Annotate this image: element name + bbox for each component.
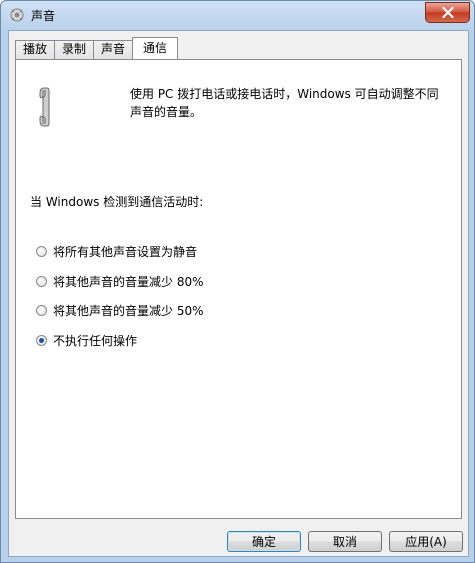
tab-sounds[interactable]: 声音 [93,40,134,59]
option-do-nothing[interactable]: 不执行任何操作 [36,332,137,349]
tab-playback[interactable]: 播放 [15,40,56,59]
option-reduce-50[interactable]: 将其他声音的音量减少 50% [36,302,204,319]
option-label: 不执行任何操作 [53,334,138,348]
description-line-2: 声音的音量。 [130,105,203,119]
tab-strip: 播放 录制 声音 通信 [15,37,179,59]
title-bar[interactable]: 声音 [1,1,474,28]
option-reduce-80[interactable]: 将其他声音的音量减少 80% [36,273,204,290]
sound-dialog-window: 声音 播放 录制 声音 通信 使用 PC 拨打电话或接电话时，Windows 可… [0,0,475,563]
telephone-handset-icon [38,86,58,128]
description-text: 使用 PC 拨打电话或接电话时，Windows 可自动调整不同 声音的音量。 [130,85,450,121]
window-title: 声音 [31,9,56,23]
communications-panel: 使用 PC 拨打电话或接电话时，Windows 可自动调整不同 声音的音量。 当… [15,59,462,519]
option-mute-all[interactable]: 将所有其他声音设置为静音 [36,243,197,260]
description-line-1: 使用 PC 拨打电话或接电话时，Windows 可自动调整不同 [130,87,439,101]
section-label: 当 Windows 检测到通信活动时: [30,195,204,209]
close-button[interactable] [425,2,470,23]
option-label: 将其他声音的音量减少 50% [53,304,204,318]
radio-reduce-50[interactable] [36,305,47,316]
tab-communications[interactable]: 通信 [132,37,179,59]
option-label: 将所有其他声音设置为静音 [53,245,198,259]
tab-recording[interactable]: 录制 [54,40,95,59]
apply-button[interactable]: 应用(A) [389,531,463,552]
speaker-icon [9,7,25,23]
option-label: 将其他声音的音量减少 80% [53,275,204,289]
radio-mute-all[interactable] [36,246,47,257]
close-icon [441,7,454,18]
radio-do-nothing[interactable] [36,335,47,346]
dialog-client-area: 播放 录制 声音 通信 使用 PC 拨打电话或接电话时，Windows 可自动调… [8,30,469,557]
cancel-button[interactable]: 取消 [308,531,382,552]
ok-button[interactable]: 确定 [227,531,301,552]
radio-reduce-80[interactable] [36,276,47,287]
